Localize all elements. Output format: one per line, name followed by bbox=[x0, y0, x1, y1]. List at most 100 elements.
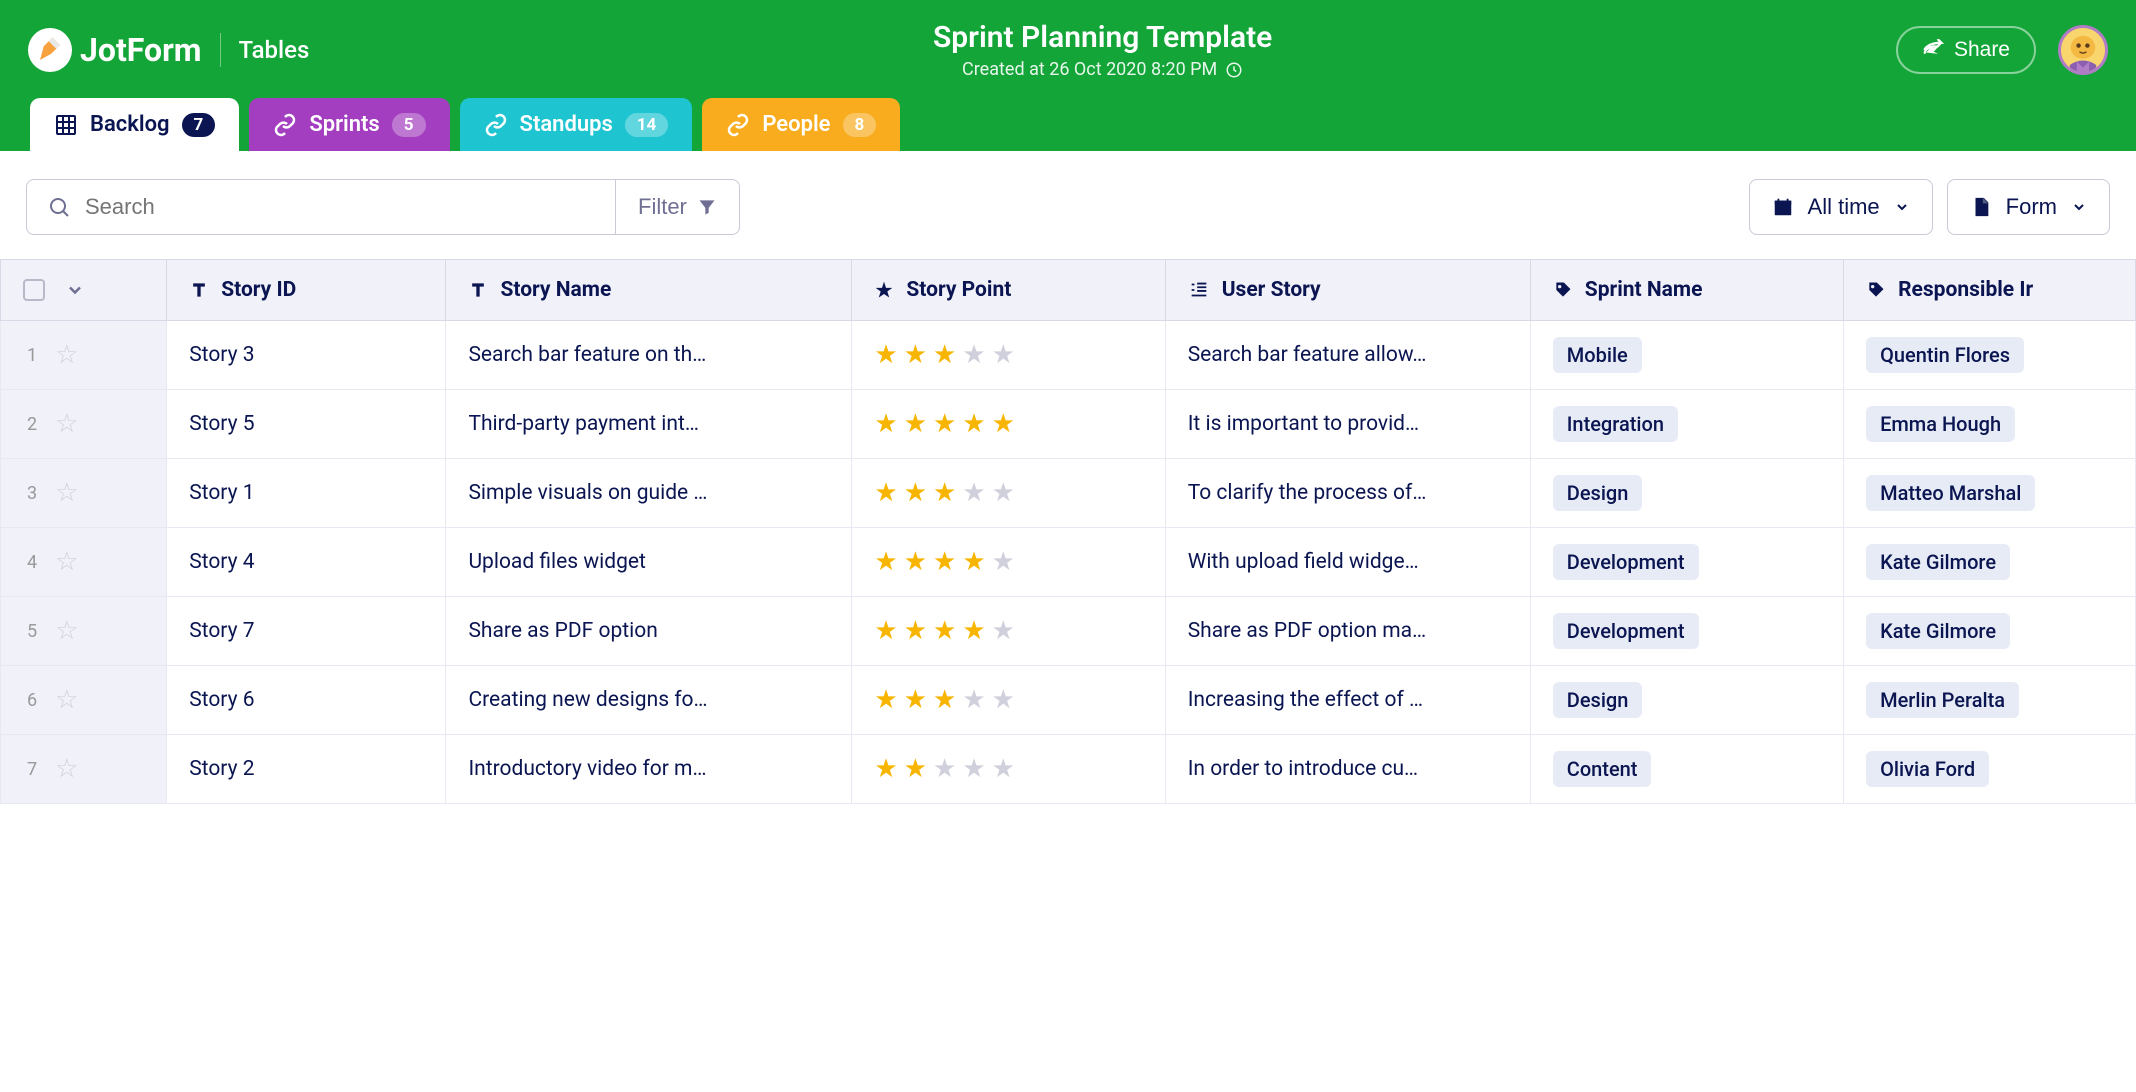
star-icon: ★ bbox=[933, 616, 956, 646]
table-row[interactable]: 2☆Story 5Third-party payment int…★★★★★It… bbox=[1, 390, 2136, 459]
cell-story-name[interactable]: Search bar feature on th… bbox=[446, 321, 852, 390]
favorite-star-icon[interactable]: ☆ bbox=[55, 547, 78, 577]
favorite-star-icon[interactable]: ☆ bbox=[55, 754, 78, 784]
table-row[interactable]: 6☆Story 6Creating new designs fo…★★★★★In… bbox=[1, 666, 2136, 735]
cell-sprint-name[interactable]: Integration bbox=[1530, 390, 1843, 459]
cell-story-id[interactable]: Story 3 bbox=[167, 321, 446, 390]
select-all-checkbox[interactable] bbox=[23, 279, 45, 301]
cell-sprint-name[interactable]: Content bbox=[1530, 735, 1843, 804]
cell-responsible[interactable]: Olivia Ford bbox=[1844, 735, 2136, 804]
cell-user-story[interactable]: It is important to provid… bbox=[1165, 390, 1530, 459]
col-story-point[interactable]: Story Point bbox=[852, 260, 1165, 321]
share-icon bbox=[1922, 39, 1944, 61]
cell-story-name[interactable]: Share as PDF option bbox=[446, 597, 852, 666]
star-icon: ★ bbox=[962, 478, 985, 508]
table-row[interactable]: 3☆Story 1Simple visuals on guide …★★★★★T… bbox=[1, 459, 2136, 528]
cell-story-point[interactable]: ★★★★★ bbox=[852, 528, 1165, 597]
table-row[interactable]: 4 ☆ Story 4Upload files widget★★★★★With up… bbox=[1, 528, 2136, 597]
cell-story-name[interactable]: Creating new designs fo… bbox=[446, 666, 852, 735]
cell-responsible[interactable]: Quentin Flores bbox=[1844, 321, 2136, 390]
cell-user-story[interactable]: In order to introduce cu… bbox=[1165, 735, 1530, 804]
star-icon: ★ bbox=[904, 478, 927, 508]
star-icon: ★ bbox=[962, 340, 985, 370]
row-index-cell: 5☆ bbox=[1, 597, 167, 666]
cell-responsible[interactable]: Kate Gilmore bbox=[1844, 528, 2136, 597]
sprint-tag: Integration bbox=[1553, 406, 1678, 442]
favorite-star-icon[interactable]: ☆ bbox=[55, 478, 78, 508]
col-sprint-name[interactable]: Sprint Name bbox=[1530, 260, 1843, 321]
chevron-down-icon bbox=[1894, 199, 1910, 215]
cell-user-story[interactable]: Share as PDF option ma… bbox=[1165, 597, 1530, 666]
cell-story-id[interactable]: Story 6 bbox=[167, 666, 446, 735]
cell-responsible[interactable]: Matteo Marshal bbox=[1844, 459, 2136, 528]
cell-responsible[interactable]: Emma Hough bbox=[1844, 390, 2136, 459]
cell-story-name[interactable]: Upload files widget bbox=[446, 528, 852, 597]
logo[interactable]: JotForm bbox=[28, 28, 202, 72]
chevron-down-icon[interactable] bbox=[65, 280, 85, 300]
cell-sprint-name[interactable]: Design bbox=[1530, 459, 1843, 528]
cell-story-point[interactable]: ★★★★★ bbox=[852, 597, 1165, 666]
search-box[interactable] bbox=[26, 179, 616, 235]
paragraph-icon bbox=[1188, 279, 1210, 301]
tab-backlog[interactable]: Backlog 7 bbox=[30, 98, 239, 151]
page-title: Sprint Planning Template bbox=[933, 20, 1272, 55]
cell-story-id[interactable]: Story 2 bbox=[167, 735, 446, 804]
table-row[interactable]: 7☆Story 2Introductory video for m…★★★★★I… bbox=[1, 735, 2136, 804]
cell-story-point[interactable]: ★★★★★ bbox=[852, 321, 1165, 390]
cell-responsible[interactable]: Kate Gilmore bbox=[1844, 597, 2136, 666]
app-header: JotForm Tables Sprint Planning Template … bbox=[0, 0, 2136, 151]
person-tag: Olivia Ford bbox=[1866, 751, 1989, 787]
row-index-cell: 3☆ bbox=[1, 459, 167, 528]
search-input[interactable] bbox=[85, 194, 595, 220]
tab-sprints[interactable]: Sprints 5 bbox=[249, 98, 449, 151]
cell-sprint-name[interactable]: Mobile bbox=[1530, 321, 1843, 390]
cell-story-id[interactable]: Story 4 bbox=[167, 528, 446, 597]
cell-story-point[interactable]: ★★★★★ bbox=[852, 459, 1165, 528]
favorite-star-icon[interactable]: ☆ bbox=[55, 616, 78, 646]
col-responsible[interactable]: Responsible Ir bbox=[1844, 260, 2136, 321]
header-right: Share bbox=[1896, 25, 2108, 75]
person-tag: Quentin Flores bbox=[1866, 337, 2024, 373]
cell-story-point[interactable]: ★★★★★ bbox=[852, 666, 1165, 735]
table-row[interactable]: 1☆Story 3Search bar feature on th…★★★★★S… bbox=[1, 321, 2136, 390]
row-number: 3 bbox=[27, 483, 37, 504]
favorite-star-icon[interactable]: ☆ bbox=[55, 685, 78, 715]
col-user-story[interactable]: User Story bbox=[1165, 260, 1530, 321]
cell-sprint-name[interactable]: Development bbox=[1530, 528, 1843, 597]
document-icon bbox=[1970, 196, 1992, 218]
cell-user-story[interactable]: With upload field widge… bbox=[1165, 528, 1530, 597]
col-story-id[interactable]: Story ID bbox=[167, 260, 446, 321]
table-row[interactable]: 5☆Story 7Share as PDF option★★★★★Share a… bbox=[1, 597, 2136, 666]
form-button[interactable]: Form bbox=[1947, 179, 2110, 235]
cell-sprint-name[interactable]: Design bbox=[1530, 666, 1843, 735]
cell-sprint-name[interactable]: Development bbox=[1530, 597, 1843, 666]
cell-responsible[interactable]: Merlin Peralta bbox=[1844, 666, 2136, 735]
star-icon: ★ bbox=[874, 478, 897, 508]
link-icon bbox=[484, 113, 508, 137]
tab-people[interactable]: People 8 bbox=[702, 98, 900, 151]
cell-user-story[interactable]: Increasing the effect of … bbox=[1165, 666, 1530, 735]
grid-icon bbox=[54, 113, 78, 137]
tab-standups[interactable]: Standups 14 bbox=[460, 98, 693, 151]
cell-story-point[interactable]: ★★★★★ bbox=[852, 735, 1165, 804]
person-tag: Merlin Peralta bbox=[1866, 682, 2019, 718]
cell-story-id[interactable]: Story 1 bbox=[167, 459, 446, 528]
favorite-star-icon[interactable]: ☆ bbox=[55, 409, 78, 439]
favorite-star-icon[interactable]: ☆ bbox=[55, 340, 78, 370]
all-time-button[interactable]: All time bbox=[1749, 179, 1933, 235]
cell-story-name[interactable]: Simple visuals on guide … bbox=[446, 459, 852, 528]
star-icon bbox=[874, 280, 894, 300]
cell-user-story[interactable]: To clarify the process of… bbox=[1165, 459, 1530, 528]
avatar[interactable] bbox=[2058, 25, 2108, 75]
cell-story-name[interactable]: Third-party payment int… bbox=[446, 390, 852, 459]
cell-user-story[interactable]: Search bar feature allow… bbox=[1165, 321, 1530, 390]
share-button[interactable]: Share bbox=[1896, 26, 2036, 74]
row-number: 4 bbox=[27, 552, 37, 573]
cell-story-id[interactable]: Story 5 bbox=[167, 390, 446, 459]
filter-button[interactable]: Filter bbox=[616, 179, 740, 235]
col-story-name[interactable]: Story Name bbox=[446, 260, 852, 321]
cell-story-point[interactable]: ★★★★★ bbox=[852, 390, 1165, 459]
cell-story-id[interactable]: Story 7 bbox=[167, 597, 446, 666]
cell-story-name[interactable]: Introductory video for m… bbox=[446, 735, 852, 804]
star-icon: ★ bbox=[874, 685, 897, 715]
